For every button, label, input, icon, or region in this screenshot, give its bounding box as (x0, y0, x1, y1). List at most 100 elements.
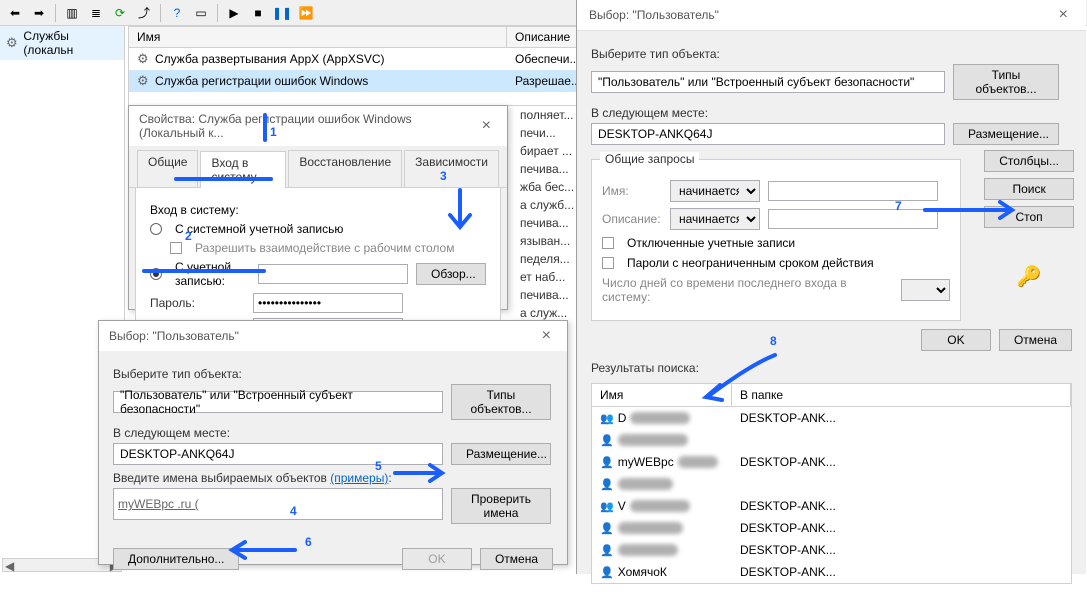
browse-button[interactable]: Обзор... (416, 263, 486, 285)
select-user-advanced-dialog: Выбор: "Пользователь" × Выберите тип объ… (576, 0, 1086, 574)
days-select[interactable] (901, 279, 950, 301)
result-row[interactable]: DESKTOP-ANK... (592, 517, 1071, 539)
select-user-dialog: Выбор: "Пользователь" × Выберите тип объ… (98, 320, 568, 565)
locations-button[interactable]: Размещение... (953, 123, 1059, 145)
locations-button[interactable]: Размещение... (451, 443, 551, 465)
password-input[interactable] (253, 293, 403, 313)
result-row[interactable]: DDESKTOP-ANK... (592, 407, 1071, 429)
tree-root-label: Службы (локальн (23, 29, 118, 57)
tab-dependencies[interactable]: Зависимости (404, 150, 499, 187)
gear-icon (137, 52, 151, 66)
desc-filter-input[interactable] (768, 209, 938, 229)
check-names-button[interactable]: Проверить имена (451, 488, 551, 524)
name-filter-label: Имя: (602, 184, 662, 198)
name-match-select[interactable]: начинается с (670, 180, 760, 202)
result-row[interactable]: DESKTOP-ANK... (592, 539, 1071, 561)
user-icon (600, 543, 614, 557)
panel-icon[interactable]: ▥ (61, 2, 83, 24)
list-icon[interactable]: ≣ (85, 2, 107, 24)
object-type-box: "Пользователь" или "Встроенный субъект б… (113, 391, 443, 413)
ok-button[interactable]: OK (921, 329, 991, 351)
col-name[interactable]: Имя (129, 27, 507, 47)
dialog-title-bar: Выбор: "Пользователь" × (577, 0, 1086, 31)
this-account-label: С учетной записью: (175, 260, 250, 288)
key-icon (1013, 264, 1045, 288)
service-name: Служба регистрации ошибок Windows (155, 74, 368, 88)
group-icon (600, 411, 614, 425)
name-filter-input[interactable] (768, 181, 938, 201)
close-icon[interactable]: × (476, 117, 497, 135)
service-row[interactable]: Служба развертывания AppX (AppXSVC) Обес… (129, 48, 577, 70)
user-icon (600, 521, 614, 535)
cancel-button[interactable]: Отмена (999, 329, 1072, 351)
object-type-box: "Пользователь" или "Встроенный субъект б… (591, 71, 945, 93)
advanced-button[interactable]: Дополнительно... (113, 548, 239, 570)
result-row[interactable]: ХомячоКDESKTOP-ANK... (592, 561, 1071, 583)
pause-icon[interactable]: ❚❚ (271, 2, 293, 24)
forward-icon[interactable]: ➡ (28, 2, 50, 24)
props-icon[interactable]: ▭ (190, 2, 212, 24)
logon-label: Вход в систему: (150, 203, 239, 217)
object-names-input[interactable] (113, 488, 443, 520)
tab-general[interactable]: Общие (137, 150, 198, 187)
col-desc[interactable]: Описание (507, 27, 577, 47)
checkbox-allow-interact[interactable] (170, 242, 182, 254)
service-properties-dialog: Свойства: Служба регистрации ошибок Wind… (128, 105, 508, 310)
tree-root[interactable]: Службы (локальн (0, 26, 124, 60)
checkbox-disabled-accounts[interactable] (602, 237, 614, 249)
object-types-button[interactable]: Типы объектов... (451, 384, 551, 420)
gear-icon (6, 36, 19, 50)
location-box: DESKTOP-ANKQ64J (591, 123, 945, 145)
desc-match-select[interactable]: начинается с (670, 208, 760, 230)
nonexpiring-pw-label: Пароли с неограниченным сроком действия (627, 256, 874, 270)
checkbox-nonexpiring-pw[interactable] (602, 257, 614, 269)
service-row[interactable]: Служба регистрации ошибок Windows Разреш… (129, 70, 577, 92)
dialog-title-bar: Свойства: Служба регистрации ошибок Wind… (129, 106, 507, 146)
radio-system-account[interactable] (150, 223, 162, 235)
close-icon[interactable]: × (536, 327, 557, 345)
user-icon (600, 477, 614, 491)
tab-recovery[interactable]: Восстановление (288, 150, 402, 187)
results-label: Результаты поиска: (591, 361, 1072, 375)
result-row[interactable]: myWEBpcDESKTOP-ANK... (592, 451, 1071, 473)
radio-this-account[interactable] (150, 268, 162, 280)
columns-button[interactable]: Столбцы... (984, 150, 1074, 172)
password-label: Пароль: (150, 296, 245, 310)
gear-icon (137, 74, 151, 88)
common-queries-label: Общие запросы (600, 152, 699, 166)
object-type-label: Выберите тип объекта: (113, 367, 553, 381)
object-types-button[interactable]: Типы объектов... (953, 64, 1059, 100)
help-icon[interactable]: ? (166, 2, 188, 24)
examples-link[interactable]: (примеры) (330, 471, 388, 485)
result-row[interactable] (592, 473, 1071, 495)
results-col-folder[interactable]: В папке (732, 384, 1071, 406)
export-icon[interactable]: ⤴ (133, 2, 155, 24)
stop-icon[interactable]: ■ (247, 2, 269, 24)
location-label: В следующем месте: (113, 426, 553, 440)
desc-fragments: полняет...печи... бирает ...печива... жб… (520, 106, 580, 322)
stop-button[interactable]: Стоп (984, 206, 1074, 228)
close-icon[interactable]: × (1053, 6, 1074, 24)
days-since-logon-label: Число дней со времени последнего входа в… (602, 276, 893, 304)
cancel-button[interactable]: Отмена (480, 548, 553, 570)
back-icon[interactable]: ⬅ (4, 2, 26, 24)
result-row[interactable] (592, 429, 1071, 451)
results-col-name[interactable]: Имя (592, 384, 732, 406)
result-row[interactable]: VDESKTOP-ANK... (592, 495, 1071, 517)
service-desc: Разрешае... (507, 72, 577, 90)
enter-names-label: Введите имена выбираемых объектов (приме… (113, 471, 553, 485)
tab-logon[interactable]: Вход в систему (200, 151, 286, 188)
account-input[interactable] (258, 264, 408, 284)
search-results: Имя В папке DDESKTOP-ANK... myWEBpcDESKT… (591, 383, 1072, 584)
user-icon (600, 565, 614, 579)
start-icon[interactable]: ▶ (223, 2, 245, 24)
location-label: В следующем месте: (591, 106, 1072, 120)
location-box: DESKTOP-ANKQ64J (113, 443, 443, 465)
find-now-button[interactable]: Поиск (984, 178, 1074, 200)
desc-filter-label: Описание: (602, 212, 662, 226)
refresh-icon[interactable]: ⟳ (109, 2, 131, 24)
disabled-accounts-label: Отключенные учетные записи (627, 236, 795, 250)
restart-icon[interactable]: ⏩ (295, 2, 317, 24)
ok-button[interactable]: OK (402, 548, 472, 570)
dialog-title: Выбор: "Пользователь" (589, 8, 719, 22)
